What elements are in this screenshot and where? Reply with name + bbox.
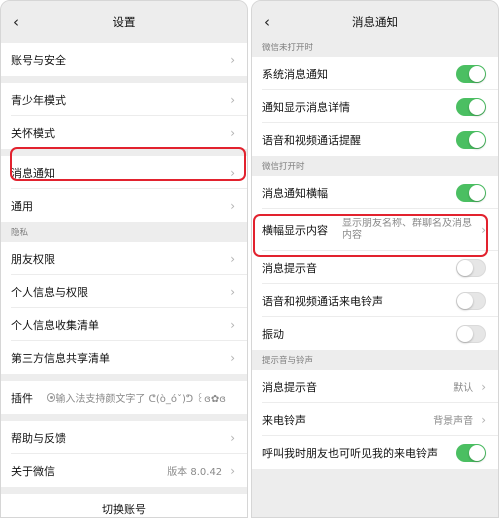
message-sound-toggle[interactable]	[456, 258, 486, 277]
page-title: 消息通知	[352, 15, 398, 29]
settings-item-label: 个人信息收集清单	[11, 318, 99, 332]
notif-item-friend-hear-ringtone: 呼叫我时朋友也可听见我的来电铃声	[252, 436, 498, 469]
chevron-right-icon: ›	[230, 463, 235, 478]
notif-item-call-reminder: 语音和视频通话提醒	[252, 123, 498, 156]
chevron-right-icon: ›	[230, 251, 235, 266]
show-details-toggle[interactable]	[456, 97, 486, 116]
notif-item-label: 语音和视频通话提醒	[262, 133, 361, 147]
banner-toggle[interactable]	[456, 183, 486, 202]
chevron-right-icon: ›	[481, 412, 486, 427]
settings-item-label: 关于微信	[11, 464, 55, 478]
settings-item-label: 个人信息与权限	[11, 285, 88, 299]
notif-item-banner: 消息通知横幅	[252, 176, 498, 209]
notif-item-label: 消息提示音	[262, 261, 317, 275]
banner-content-value: 显示朋友名称、群聊名及消息内容	[342, 218, 472, 241]
notif-item-banner-content[interactable]: 横幅显示内容 显示朋友名称、群聊名及消息内容 ›	[252, 209, 498, 251]
chevron-right-icon: ›	[230, 350, 235, 365]
notif-item-label: 消息提示音	[262, 380, 317, 394]
system-notification-toggle[interactable]	[456, 64, 486, 83]
notif-item-label: 消息通知横幅	[262, 186, 328, 200]
notif-item-call-ringtone: 语音和视频通话来电铃声	[252, 284, 498, 317]
settings-item-plugins[interactable]: 插件 输入法支持颜文字了 ᕦ(ò_óˇ)ᕤ ꒰ɞ✿ɞ꒱ ෆ	[1, 381, 247, 414]
notif-item-label: 振动	[262, 327, 284, 341]
notif-item-vibrate: 振动	[252, 317, 498, 350]
chevron-left-icon[interactable]: ‹	[264, 13, 270, 31]
location-pin-icon	[47, 393, 56, 402]
notif-item-system-notification: 系统消息通知	[252, 57, 498, 90]
screenshot-root: ‹ 设置 账号与安全 › 青少年模式 › 关怀模式 › 消息通知 › 通用 › …	[0, 0, 500, 518]
settings-item-personal-info-permissions[interactable]: 个人信息与权限 ›	[1, 275, 247, 308]
ringtone-value: 背景声音	[433, 416, 474, 427]
notif-item-label: 系统消息通知	[262, 67, 328, 81]
notif-item-label: 语音和视频通话来电铃声	[262, 294, 383, 308]
settings-item-care-mode[interactable]: 关怀模式 ›	[1, 116, 247, 149]
message-tone-value: 默认	[453, 383, 474, 394]
settings-item-friend-permissions[interactable]: 朋友权限 ›	[1, 242, 247, 275]
page-title: 设置	[112, 15, 136, 29]
plugins-status-text: 输入法支持颜文字了 ᕦ(ò_óˇ)ᕤ ꒰ɞ✿ɞ꒱ ෆ	[55, 394, 227, 405]
section-header-sounds: 提示音与铃声	[252, 350, 498, 370]
call-ringtone-toggle[interactable]	[456, 291, 486, 310]
chevron-right-icon: ›	[481, 379, 486, 394]
settings-panel: ‹ 设置 账号与安全 › 青少年模式 › 关怀模式 › 消息通知 › 通用 › …	[0, 0, 248, 518]
call-reminder-toggle[interactable]	[456, 130, 486, 149]
settings-item-label: 消息通知	[11, 166, 55, 180]
chevron-left-icon[interactable]: ‹	[13, 13, 19, 31]
notif-item-label: 呼叫我时朋友也可听见我的来电铃声	[262, 446, 438, 460]
notif-item-message-tone[interactable]: 消息提示音 默认 ›	[252, 370, 498, 403]
notifications-panel: ‹ 消息通知 微信未打开时 系统消息通知 通知显示消息详情 语音和视频通话提醒 …	[251, 0, 499, 518]
chevron-right-icon: ›	[230, 317, 235, 332]
notif-item-label: 来电铃声	[262, 413, 306, 427]
section-header-privacy: 隐私	[1, 222, 247, 242]
settings-item-label: 帮助与反馈	[11, 431, 66, 445]
settings-item-label: 关怀模式	[11, 126, 55, 140]
settings-item-third-party-sharing[interactable]: 第三方信息共享清单 ›	[1, 341, 247, 374]
settings-item-youth-mode[interactable]: 青少年模式 ›	[1, 83, 247, 116]
notif-item-ringtone[interactable]: 来电铃声 背景声音 ›	[252, 403, 498, 436]
switch-account-button[interactable]: 切换账号	[1, 494, 247, 517]
notif-item-label: 横幅显示内容	[262, 224, 328, 237]
settings-item-notifications[interactable]: 消息通知 ›	[1, 156, 247, 189]
chevron-right-icon: ›	[230, 198, 235, 213]
notif-item-label: 通知显示消息详情	[262, 100, 350, 114]
settings-item-account-security[interactable]: 账号与安全 ›	[1, 43, 247, 76]
settings-item-label: 青少年模式	[11, 93, 66, 107]
notif-item-message-sound: 消息提示音	[252, 251, 498, 284]
settings-item-about-wechat[interactable]: 关于微信 版本 8.0.42 ›	[1, 454, 247, 487]
settings-item-label: 第三方信息共享清单	[11, 351, 110, 365]
settings-item-general[interactable]: 通用 ›	[1, 189, 247, 222]
settings-item-label: 账号与安全	[11, 53, 66, 67]
chevron-right-icon: ›	[230, 92, 235, 107]
chevron-right-icon: ›	[230, 165, 235, 180]
settings-header: ‹ 设置	[1, 1, 247, 43]
settings-item-personal-info-collection[interactable]: 个人信息收集清单 ›	[1, 308, 247, 341]
vibrate-toggle[interactable]	[456, 324, 486, 343]
settings-item-label: 通用	[11, 199, 33, 213]
chevron-right-icon: ›	[230, 52, 235, 67]
settings-item-label: 插件	[11, 391, 33, 405]
settings-item-help-feedback[interactable]: 帮助与反馈 ›	[1, 421, 247, 454]
chevron-right-icon: ›	[230, 125, 235, 140]
notif-item-show-details: 通知显示消息详情	[252, 90, 498, 123]
settings-item-label: 朋友权限	[11, 252, 55, 266]
version-text: 版本 8.0.42	[167, 467, 223, 478]
chevron-right-icon: ›	[230, 430, 235, 445]
section-header-wechat-open: 微信打开时	[252, 156, 498, 176]
notifications-header: ‹ 消息通知	[252, 1, 498, 43]
chevron-right-icon: ›	[481, 223, 486, 237]
chevron-right-icon: ›	[230, 284, 235, 299]
friend-hear-ringtone-toggle[interactable]	[456, 443, 486, 462]
